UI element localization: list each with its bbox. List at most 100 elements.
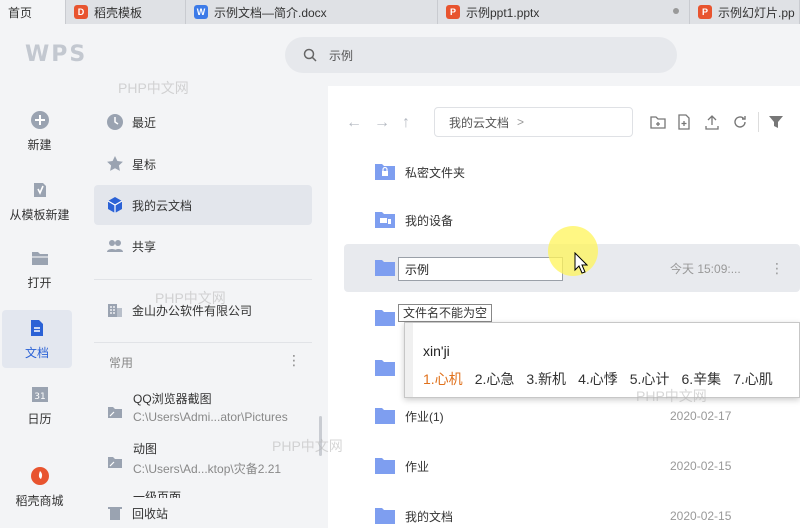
up-arrow-icon[interactable]: ↑ [402, 114, 410, 132]
file-row[interactable]: 作业(1) 2020-02-17 [344, 392, 800, 440]
word-icon: W [194, 5, 208, 19]
refresh-icon[interactable] [732, 114, 748, 130]
nav-recycle-bin-label: 回收站 [132, 506, 169, 521]
rail-open[interactable]: 打开 [0, 240, 79, 298]
folder-icon [375, 458, 395, 474]
rail-new[interactable]: 新建 [0, 102, 79, 160]
breadcrumb-item[interactable]: 我的云文档 [449, 114, 509, 131]
nav-recent[interactable]: 最近 [94, 102, 312, 142]
tab-word-doc[interactable]: W 示例文档—简介.docx [186, 0, 438, 24]
rename-error-tooltip: 文件名不能为空 [398, 304, 493, 322]
ime-candidate[interactable]: 7.心肌 [733, 371, 773, 387]
nav-shared[interactable]: 共享 [94, 226, 312, 266]
trash-icon [106, 504, 124, 522]
rename-input[interactable] [398, 257, 563, 281]
ime-candidate[interactable]: 1.心机 [423, 371, 463, 387]
forward-arrow-icon[interactable]: → [374, 114, 390, 132]
recent-item[interactable]: 一级页面 [107, 488, 317, 498]
file-name: 我的文档 [405, 509, 454, 524]
rail-documents[interactable]: 文档 [2, 310, 72, 368]
file-row[interactable]: 私密文件夹 [344, 148, 800, 196]
recent-item-name: QQ浏览器截图 [133, 392, 212, 406]
file-date: 2020-02-17 [670, 409, 732, 423]
upload-icon[interactable] [704, 114, 720, 130]
new-folder-icon[interactable] [650, 114, 666, 130]
nav-starred[interactable]: 星标 [94, 144, 312, 184]
breadcrumb-chevron-icon: > [517, 115, 525, 129]
nav-recycle-bin[interactable]: 回收站 [94, 498, 312, 528]
ime-candidate[interactable]: 4.心悸 [578, 371, 618, 387]
folder-icon [375, 310, 395, 326]
ime-candidate[interactable]: 3.新机 [526, 371, 566, 387]
recent-item-path: C:\Users\Admi...ator\Pictures [133, 410, 288, 424]
recent-item-path: C:\Users\Ad...ktop\灾备2.21 [133, 462, 282, 476]
filter-icon[interactable] [768, 114, 784, 130]
nav-cloud-docs[interactable]: 我的云文档 [94, 185, 312, 225]
share-users-icon [106, 237, 124, 255]
nav-scrollbar[interactable] [319, 416, 322, 456]
rail-new-label: 新建 [27, 137, 52, 152]
file-date: 2020-02-15 [670, 509, 732, 523]
tab-ppt1[interactable]: P 示例ppt1.pptx [438, 0, 690, 24]
svg-text:31: 31 [34, 392, 45, 402]
tab-docer[interactable]: D 稻壳模板 [66, 0, 186, 24]
file-name: 作业(1) [405, 409, 444, 424]
recent-item[interactable]: 动图 C:\Users\Ad...ktop\灾备2.21 [107, 440, 317, 480]
ppt-icon: P [446, 5, 460, 19]
ime-composition: xin'ji [423, 343, 450, 359]
tab-ppt1-label: 示例ppt1.pptx [466, 5, 540, 20]
section-frequent-title: 常用 [109, 356, 134, 370]
tab-word-doc-label: 示例文档—简介.docx [214, 5, 327, 20]
file-row[interactable]: 作业 2020-02-15 [344, 442, 800, 490]
file-name: 作业 [405, 459, 430, 474]
left-rail: 新建 从模板新建 打开 文档 31 日历 稻壳商城 [0, 86, 79, 528]
new-file-icon[interactable] [676, 114, 692, 130]
file-date: 2020-02-15 [670, 459, 732, 473]
folder-icon [375, 508, 395, 524]
nav-recent-label: 最近 [132, 115, 157, 130]
recent-item-name: 一级页面 [133, 490, 182, 498]
search-input[interactable] [329, 48, 629, 62]
row-more-icon[interactable]: ⋮ [770, 260, 784, 277]
nav-cloud-docs-label: 我的云文档 [132, 198, 193, 213]
folder-shortcut-icon [107, 454, 123, 470]
back-arrow-icon[interactable]: ← [346, 114, 362, 132]
tab-home[interactable]: 首页 [0, 0, 66, 24]
ime-candidate-window[interactable]: xin'ji 1.心机 2.心急 3.新机 4.心悸 5.心计 6.辛集 7.心肌 [404, 322, 800, 398]
rail-docer-store-label: 稻壳商城 [15, 493, 64, 508]
nav-divider [94, 342, 312, 343]
ime-candidate[interactable]: 6.辛集 [681, 371, 721, 387]
nav-shared-label: 共享 [132, 239, 157, 254]
plus-circle-icon [30, 110, 50, 130]
nav-company-label: 金山办公软件有限公司 [132, 303, 253, 318]
file-name: 私密文件夹 [405, 165, 466, 180]
tab-home-label: 首页 [8, 5, 33, 20]
ime-candidate[interactable]: 5.心计 [630, 371, 670, 387]
unsaved-dot-icon [673, 8, 679, 14]
calendar-icon: 31 [30, 384, 50, 404]
ime-handle[interactable] [405, 323, 413, 397]
locked-folder-icon [375, 164, 395, 180]
search-box[interactable] [285, 37, 677, 73]
section-more-icon[interactable]: ⋮ [287, 352, 301, 369]
nav-company[interactable]: 金山办公软件有限公司 [94, 290, 312, 330]
cursor-highlight [548, 226, 598, 276]
file-name: 我的设备 [405, 213, 454, 228]
ime-candidate[interactable]: 2.心急 [475, 371, 515, 387]
ppt-icon: P [698, 5, 712, 19]
folder-icon [375, 408, 395, 424]
recent-item[interactable]: QQ浏览器截图 C:\Users\Admi...ator\Pictures [107, 390, 317, 430]
tab-slides[interactable]: P 示例幻灯片.pp [690, 0, 800, 24]
mouse-pointer-icon [574, 252, 588, 274]
rail-open-label: 打开 [27, 275, 52, 290]
tab-slides-label: 示例幻灯片.pp [718, 5, 795, 20]
toolbar-divider [758, 112, 759, 132]
file-row[interactable]: 我的文档 2020-02-15 [344, 492, 800, 528]
folder-open-icon [30, 248, 50, 268]
rail-template-new[interactable]: 从模板新建 [0, 172, 79, 230]
breadcrumb[interactable]: 我的云文档 > [434, 107, 633, 137]
docer-store-icon [30, 466, 50, 486]
rail-docer-store[interactable]: 稻壳商城 [0, 458, 79, 516]
rail-calendar[interactable]: 31 日历 [0, 376, 79, 434]
file-date: 今天 15:09:... [670, 261, 741, 276]
